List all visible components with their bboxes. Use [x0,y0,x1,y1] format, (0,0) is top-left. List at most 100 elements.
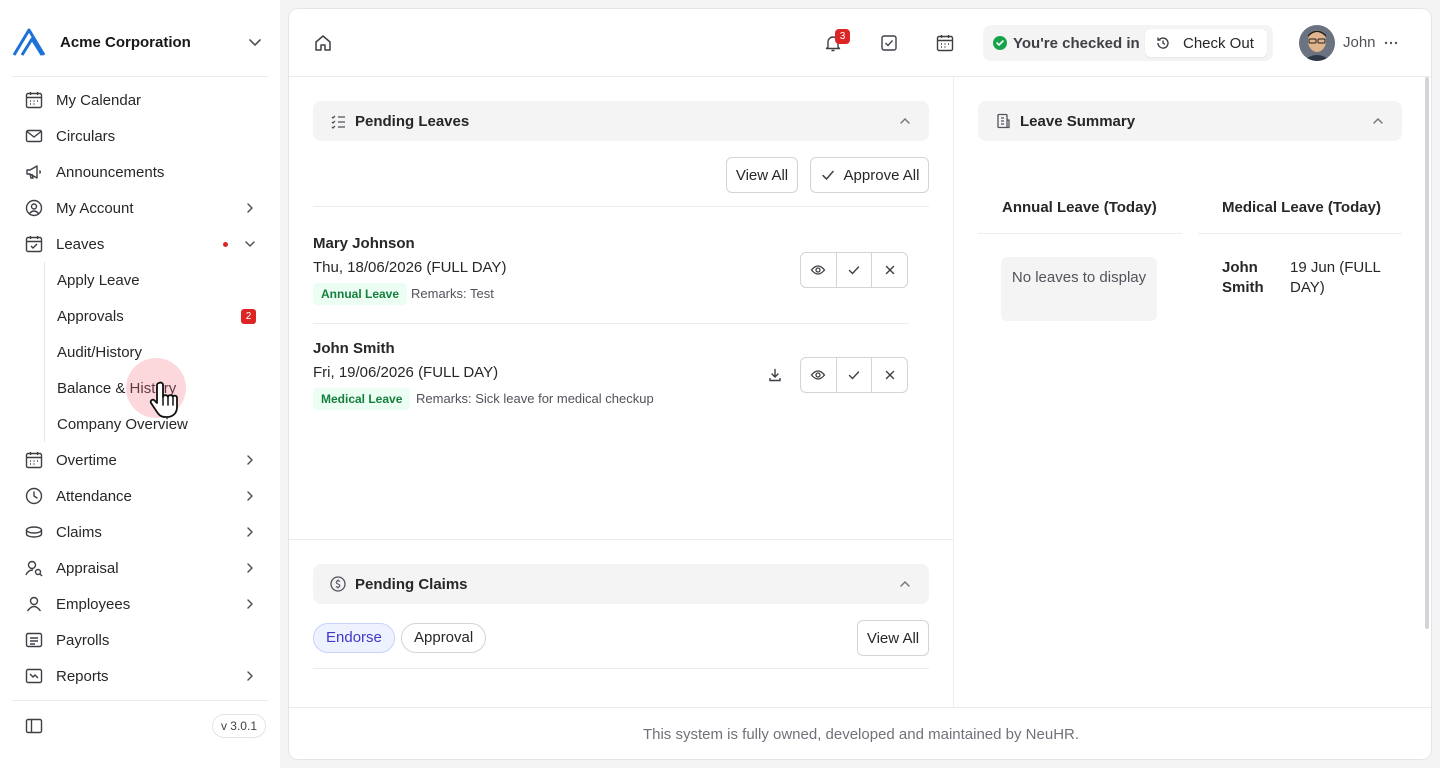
clock-icon [25,487,43,505]
sidebar-item-leaves[interactable]: Leaves [12,226,268,262]
sidebar-item-label: Announcements [56,163,165,181]
company-logo-icon [12,28,46,56]
report-icon [25,668,43,684]
approve-leave-button[interactable] [835,253,872,287]
annual-leave-column-header: Annual Leave (Today) [1002,199,1157,216]
sidebar-item-my-account[interactable]: My Account [12,190,268,226]
dollar-circle-icon [330,576,346,592]
sidebar-item-appraisal[interactable]: Appraisal [12,550,268,586]
chevron-up-icon[interactable] [897,113,913,129]
calendar-icon[interactable] [935,33,955,53]
sidebar-footer: v 3.0.1 [12,706,268,746]
column-divider [953,77,954,707]
submenu-item-approvals[interactable]: Approvals 2 [45,298,268,334]
top-bar: 3 You're checked in Check Out John [289,9,1431,77]
sidebar-item-label: Appraisal [56,559,119,577]
submenu-item-apply-leave[interactable]: Apply Leave [45,262,268,298]
chevron-right-icon [247,527,253,537]
divider [313,323,909,324]
org-switcher[interactable]: Acme Corporation [12,22,268,62]
reject-leave-button[interactable] [871,358,907,392]
chevron-right-icon [247,203,253,213]
notification-dot [223,241,228,247]
page-footer: This system is fully owned, developed an… [289,707,1431,759]
tab-endorse[interactable]: Endorse [313,623,395,653]
chevron-up-icon[interactable] [897,576,913,592]
calendar-clock-icon [25,452,43,469]
mail-icon [25,129,43,143]
leave-type-tag: Annual Leave [313,283,408,305]
chevron-right-icon [247,491,253,501]
employee-name: John Smith [313,340,395,357]
approve-all-button[interactable]: Approve All [810,157,929,193]
sidebar-item-employees[interactable]: Employees [12,586,268,622]
sidebar-item-overtime[interactable]: Overtime [12,442,268,478]
view-all-leaves-button[interactable]: View All [726,157,798,193]
more-horizontal-icon[interactable] [1383,35,1399,51]
chevron-right-icon [247,671,253,681]
scrollbar[interactable] [1425,77,1429,629]
sidebar-item-circulars[interactable]: Circulars [12,118,268,154]
check-out-button[interactable]: Check Out [1145,29,1267,57]
tab-approval[interactable]: Approval [401,623,487,653]
sidebar-item-claims[interactable]: Claims [12,514,268,550]
leave-date: Fri, 19/06/2026 (FULL DAY) [313,364,499,381]
avatar[interactable] [1299,25,1335,61]
sidebar-item-reports[interactable]: Reports [12,658,268,694]
pending-claims-header: Pending Claims [313,564,929,604]
view-leave-button[interactable] [801,253,836,287]
divider [313,668,929,669]
sidebar-item-label: Employees [56,595,131,613]
employee-name: Mary Johnson [313,235,415,252]
view-all-claims-button[interactable]: View All [857,620,929,656]
leave-remarks: Remarks: Sick leave for medical checkup [416,391,654,406]
chevron-up-icon[interactable] [1370,113,1386,129]
sidebar-item-attendance[interactable]: Attendance [12,478,268,514]
eye-icon [810,370,826,380]
sidebar-item-label: My Account [56,199,134,217]
leave-actions [800,357,908,393]
home-icon[interactable] [313,33,333,53]
button-label: View All [866,629,920,647]
submenu-item-company-overview[interactable]: Company Overview [45,406,268,442]
button-label: View All [735,166,789,184]
submenu-item-label: Audit/History [57,343,143,361]
org-name: Acme Corporation [60,33,191,51]
sidebar-item-announcements[interactable]: Announcements [12,154,268,190]
medical-leave-date: 19 Jun (FULL DAY) [1290,259,1381,296]
approve-leave-button[interactable] [835,358,872,392]
reject-leave-button[interactable] [871,253,907,287]
checkin-status: You're checked in Check Out [983,25,1273,61]
chevron-down-icon [245,241,255,247]
sidebar-item-label: Leaves [56,235,105,253]
sidebar-toggle-icon[interactable] [24,716,44,736]
submenu-item-label: Balance & History [57,379,177,397]
leave-type-tag: Medical Leave [313,388,411,410]
receipt-icon [25,632,43,648]
button-label: Approve All [843,166,920,184]
leave-actions [800,252,908,288]
section-title: Pending Leaves [355,112,470,130]
check-icon [821,170,834,181]
chevron-right-icon [247,599,253,609]
pending-leaves-header: Pending Leaves [313,101,929,141]
sidebar-item-payrolls[interactable]: Payrolls [12,622,268,658]
user-circle-icon [25,199,43,217]
sidebar: Acme Corporation My Calendar Circulars A… [0,0,280,768]
sidebar-item-label: Overtime [56,451,117,469]
close-icon [885,265,894,275]
user-icon [26,596,42,612]
download-icon[interactable] [767,367,783,383]
submenu-item-audit-history[interactable]: Audit/History [45,334,268,370]
view-leave-button[interactable] [801,358,836,392]
eye-icon [810,265,826,275]
leave-remarks: Remarks: Test [411,286,494,301]
calendar-icon [25,92,43,109]
task-check-icon[interactable] [879,33,899,53]
sidebar-item-my-calendar[interactable]: My Calendar [12,82,268,118]
calendar-check-icon [25,236,43,253]
submenu-item-balance-history[interactable]: Balance & History [45,370,268,406]
divider [1198,233,1402,234]
leave-summary-header: Leave Summary [978,101,1402,141]
sidebar-item-label: Claims [56,523,102,541]
